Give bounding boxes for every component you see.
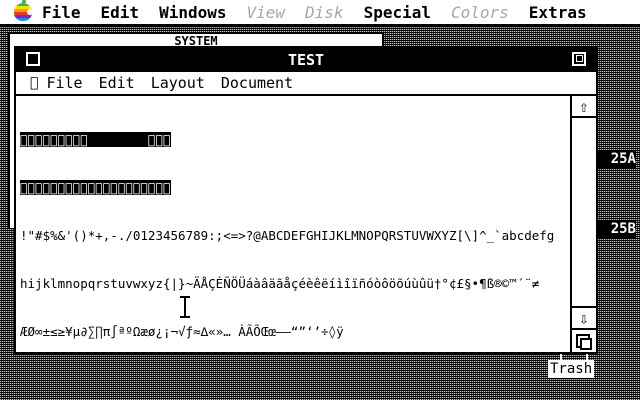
desktop-icon-label-25b[interactable]: 25B [596, 220, 636, 238]
menu-bar: File Edit Windows View Disk Special Colo… [0, 0, 640, 26]
ibeam-cursor-icon [180, 296, 190, 320]
apple-icon[interactable]:  [30, 75, 38, 91]
apple-menu-icon[interactable] [14, 0, 33, 21]
app-menu-layout[interactable]: Layout [151, 74, 205, 92]
menu-windows[interactable]: Windows [159, 3, 226, 22]
trash-label[interactable]: Trash [548, 360, 595, 378]
close-box-icon[interactable] [26, 52, 40, 66]
scroll-down-arrow-icon[interactable]: ⇩ [572, 306, 596, 328]
text-line-2:                      [20, 180, 171, 195]
menu-extras[interactable]: Extras [529, 3, 587, 22]
menu-file[interactable]: File [42, 3, 81, 22]
app-menu-edit[interactable]: Edit [99, 74, 135, 92]
scroll-up-arrow-icon[interactable]: ⇧ [572, 96, 596, 118]
menu-special[interactable]: Special [364, 3, 431, 22]
menu-view[interactable]: View [247, 3, 286, 22]
menu-edit[interactable]: Edit [101, 3, 140, 22]
grow-box-icon[interactable] [572, 328, 596, 352]
app-menu-document[interactable]: Document [221, 74, 293, 92]
window-title-bar[interactable]: TEST [16, 48, 596, 72]
menu-colors[interactable]: Colors [451, 3, 509, 22]
app-menu-bar:  File Edit Layout Document [16, 72, 596, 96]
vertical-scrollbar[interactable]: ⇧ ⇩ [570, 96, 596, 352]
app-menu-file[interactable]: File [46, 74, 82, 92]
window-title: TEST [287, 51, 325, 69]
zoom-box-icon[interactable] [572, 52, 586, 66]
text-line-1:               [20, 132, 171, 147]
text-line-4: hijklmnopqrstuvwxyz{|}~ÄÅÇÉÑÖÜáàâäãåçéèê… [20, 276, 540, 291]
desktop-icon-label-25a[interactable]: 25A [596, 150, 636, 168]
menu-disk[interactable]: Disk [305, 3, 344, 22]
document-text-area[interactable]:                                    !"#$%… [20, 100, 572, 348]
text-line-3: !"#$%&'()*+,-./0123456789:;<=>?@ABCDEFGH… [20, 228, 555, 243]
test-window: TEST  File Edit Layout Document        … [14, 46, 598, 354]
text-line-5: ÆØ∞±≤≥¥µ∂∑∏π∫ªºΩæø¿¡¬√ƒ≈∆«»… ÀÃÕŒœ–—“”‘’… [20, 324, 344, 339]
